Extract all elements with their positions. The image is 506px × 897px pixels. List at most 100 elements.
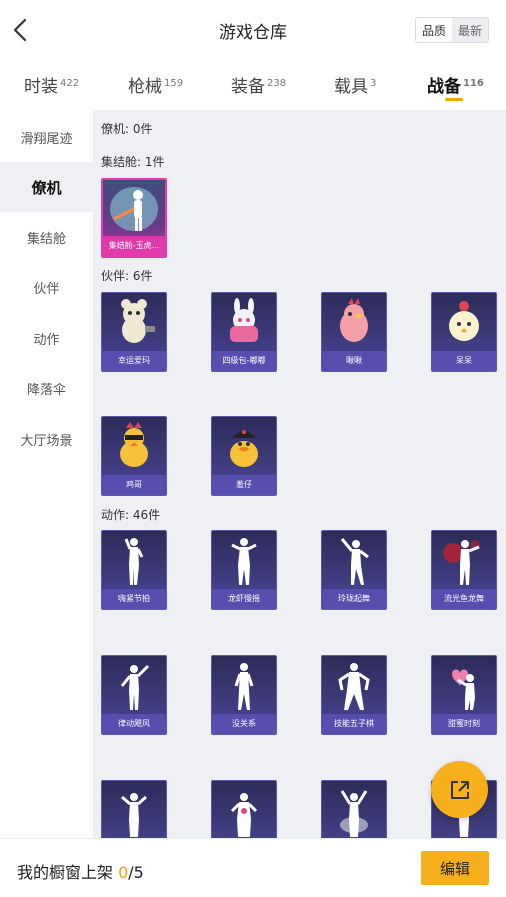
sidebar-item-partner[interactable]: 伙伴: [0, 262, 93, 312]
emote-art: [322, 781, 386, 838]
item-label: 律动飓风: [102, 714, 166, 734]
item-card[interactable]: 幸运爱玛: [101, 292, 167, 372]
showcase-label: 我的橱窗上架: [17, 863, 119, 882]
tab-combat-prep[interactable]: 战备 116: [427, 72, 484, 97]
sidebar: 滑翔尾迹 僚机 集结舱 伙伴 动作 降落伞 大厅场景: [0, 110, 93, 838]
partner-art: [212, 293, 276, 353]
item-label: 技能五子棋: [322, 714, 386, 734]
section-title-partner: 伙伴: 6件: [101, 269, 153, 283]
item-label: 四级包-嘟嘟: [212, 351, 276, 371]
tab-label: 战备: [427, 77, 461, 97]
tab-label: 枪械: [128, 77, 162, 97]
item-label: 幸运爱玛: [102, 351, 166, 371]
item-label: 羞仔: [212, 475, 276, 495]
emote-art: [212, 531, 276, 591]
item-card[interactable]: 没关系: [211, 655, 277, 735]
item-card[interactable]: 鸡哥: [101, 416, 167, 496]
sidebar-item-emote[interactable]: 动作: [0, 313, 93, 363]
tab-count: 116: [463, 78, 484, 89]
edit-button[interactable]: 编辑: [421, 851, 489, 885]
partner-art: [432, 293, 496, 353]
tab-fashion[interactable]: 时装 422: [24, 72, 79, 97]
tab-label: 装备: [231, 77, 265, 97]
item-card[interactable]: 技能五子棋: [321, 655, 387, 735]
item-card[interactable]: [321, 780, 387, 838]
showcase-status: 我的橱窗上架 0/5: [17, 859, 144, 883]
item-card[interactable]: 四级包-嘟嘟: [211, 292, 277, 372]
section-title-emote: 动作: 46件: [101, 508, 161, 522]
partner-art: [102, 293, 166, 353]
item-label: 甜蜜时刻: [432, 714, 496, 734]
item-card[interactable]: 龙虾慢摇: [211, 530, 277, 610]
partner-art: [322, 293, 386, 353]
sidebar-item-label: 伙伴: [33, 281, 60, 297]
sidebar-item-label: 集结舱: [26, 231, 66, 247]
sidebar-item-label: 僚机: [31, 178, 62, 197]
item-card[interactable]: 甜蜜时刻: [431, 655, 497, 735]
tab-count: 238: [267, 78, 287, 89]
emote-art: [212, 656, 276, 716]
sidebar-item-parachute[interactable]: 降落伞: [0, 363, 93, 413]
share-button[interactable]: [431, 761, 488, 818]
item-card[interactable]: [211, 780, 277, 838]
partner-art: [212, 417, 276, 477]
showcase-count: 0: [118, 863, 129, 882]
item-label: 呆呆: [432, 351, 496, 371]
tab-count: 159: [164, 78, 184, 89]
emote-art: [102, 531, 166, 591]
item-card[interactable]: [101, 780, 167, 838]
partner-art: [102, 417, 166, 477]
sidebar-item-label: 降落伞: [26, 382, 66, 398]
sort-toggle: 品质 最新: [415, 17, 489, 43]
item-label: 流光鱼龙舞: [432, 589, 496, 609]
item-card[interactable]: 羞仔: [211, 416, 277, 496]
item-card[interactable]: 集结舱-玉虎...: [101, 178, 167, 258]
emote-art: [102, 781, 166, 838]
item-label: 没关系: [212, 714, 276, 734]
tab-count: 3: [370, 78, 377, 89]
emote-art: [322, 656, 386, 716]
section-title-wingman: 僚机: 0件: [101, 122, 153, 136]
item-card[interactable]: 啾啾: [321, 292, 387, 372]
item-grid: 僚机: 0件 集结舱: 1件 集结舱-玉虎... 伙伴: 6件 幸运爱玛 四级包…: [93, 110, 506, 838]
item-label: 龙虾慢摇: [212, 589, 276, 609]
active-tab-indicator: [445, 98, 463, 101]
tab-equipment[interactable]: 装备 238: [231, 72, 286, 97]
pod-art: [103, 180, 165, 240]
emote-art: [212, 781, 276, 838]
sidebar-item-pod[interactable]: 集结舱: [0, 212, 93, 262]
item-card[interactable]: 流光鱼龙舞: [431, 530, 497, 610]
tab-vehicles[interactable]: 载具 3: [334, 72, 376, 97]
emote-art: [102, 656, 166, 716]
section-title-pod: 集结舱: 1件: [101, 155, 165, 169]
sort-newest-button[interactable]: 最新: [452, 18, 488, 42]
item-card[interactable]: 嗨紧节拍: [101, 530, 167, 610]
emote-art: [432, 656, 496, 716]
sidebar-item-lobby-scene[interactable]: 大厅场景: [0, 414, 93, 464]
sidebar-item-label: 动作: [33, 332, 60, 348]
item-label: 鸡哥: [102, 475, 166, 495]
sidebar-item-label: 大厅场景: [20, 433, 73, 449]
item-card[interactable]: 呆呆: [431, 292, 497, 372]
sidebar-item-wingman[interactable]: 僚机: [0, 162, 93, 212]
showcase-total: /5: [128, 863, 144, 882]
item-label: 集结舱-玉虎...: [103, 236, 165, 256]
item-label: 嗨紧节拍: [102, 589, 166, 609]
bottom-bar: 我的橱窗上架 0/5 编辑: [0, 838, 506, 897]
sidebar-item-glide-trail[interactable]: 滑翔尾迹: [0, 112, 93, 162]
sort-quality-button[interactable]: 品质: [416, 18, 452, 42]
header: 游戏仓库 品质 最新: [0, 0, 506, 60]
category-tabs: 时装 422 枪械 159 装备 238 载具 3 战备 116: [0, 60, 506, 110]
sidebar-item-label: 滑翔尾迹: [20, 131, 73, 147]
tab-count: 422: [60, 78, 80, 89]
tab-label: 载具: [334, 77, 368, 97]
item-label: 啾啾: [322, 351, 386, 371]
tab-label: 时装: [24, 77, 58, 97]
item-card[interactable]: 律动飓风: [101, 655, 167, 735]
item-label: 玲珑起舞: [322, 589, 386, 609]
tab-weapons[interactable]: 枪械 159: [128, 72, 183, 97]
emote-art: [432, 531, 496, 591]
share-icon: [450, 780, 469, 799]
emote-art: [322, 531, 386, 591]
item-card[interactable]: 玲珑起舞: [321, 530, 387, 610]
